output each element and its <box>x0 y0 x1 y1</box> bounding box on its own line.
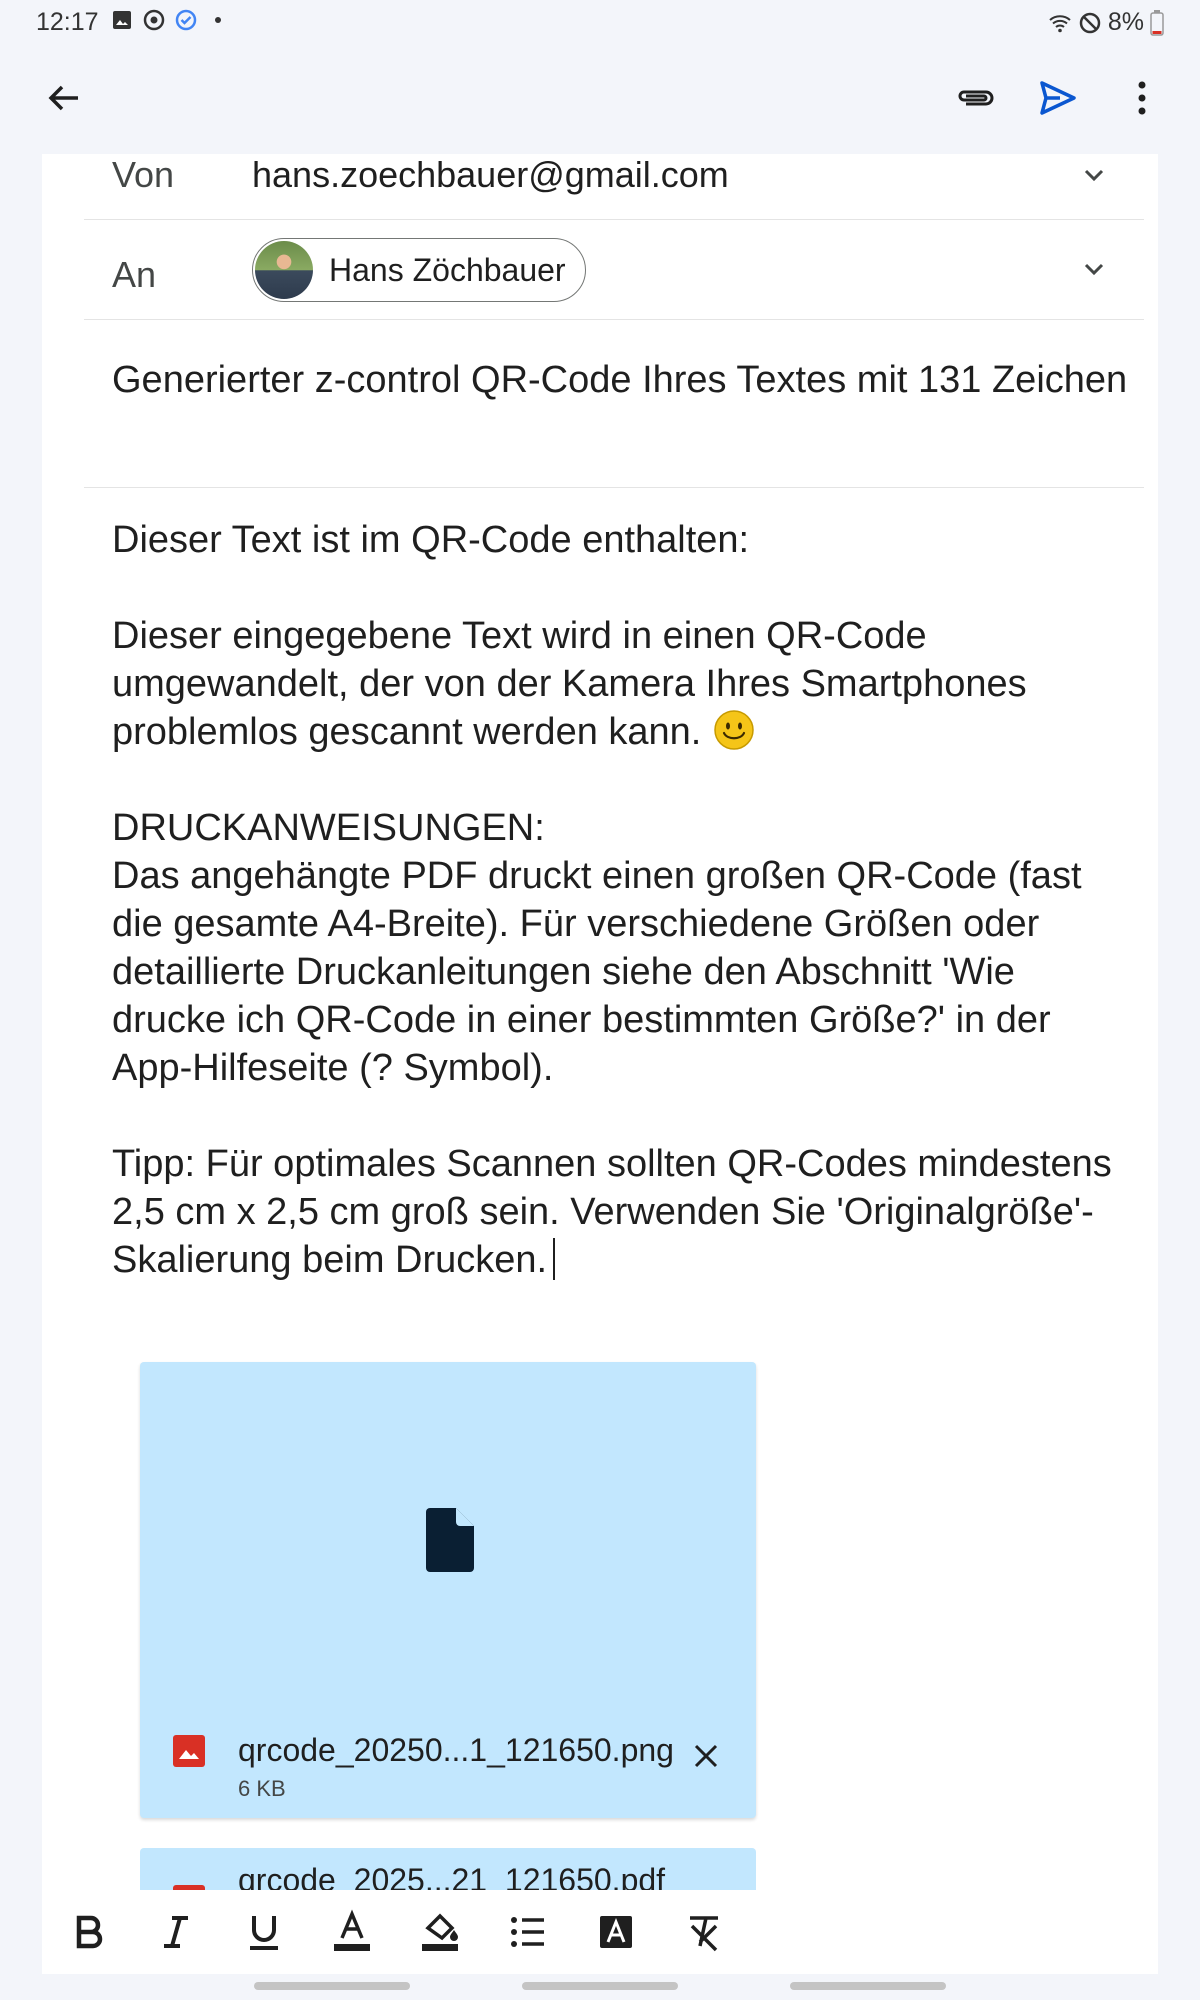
nav-handle[interactable] <box>790 1982 946 1990</box>
notification-icons <box>110 8 230 32</box>
attachment-size: 6 KB <box>238 1776 286 1801</box>
body-paragraph-3-text: Tipp: Für optimales Scannen sollten QR-C… <box>112 1143 1112 1281</box>
from-row[interactable]: Von hans.zoechbauer@gmail.com <box>84 154 1144 220</box>
subject-field[interactable]: Generierter z-control QR-Code Ihres Text… <box>112 354 1132 406</box>
underline-icon[interactable] <box>240 1908 288 1956</box>
from-address[interactable]: hans.zoechbauer@gmail.com <box>252 154 729 196</box>
from-label: Von <box>112 154 175 195</box>
compose-area: Von hans.zoechbauer@gmail.com An Hans Zö… <box>42 154 1158 1974</box>
bold-icon[interactable] <box>64 1908 112 1956</box>
attachment-icon[interactable] <box>952 74 1000 122</box>
text-format-icon[interactable] <box>592 1908 640 1956</box>
body-paragraph-2: Das angehängte PDF druckt einen großen Q… <box>112 855 1082 1089</box>
more-notifications-dot-icon <box>215 17 221 23</box>
status-time: 12:17 <box>36 8 99 36</box>
close-icon[interactable] <box>688 1738 724 1774</box>
to-label: An <box>112 254 157 295</box>
body-paragraph-1: Dieser eingegebene Text wird in einen QR… <box>112 612 1132 756</box>
nav-handle[interactable] <box>254 1982 410 1990</box>
smiley-emoji-icon <box>714 710 754 750</box>
nav-handle[interactable] <box>522 1982 678 1990</box>
file-icon <box>426 1508 474 1572</box>
recipient-name: Hans Zöchbauer <box>329 251 566 288</box>
formatting-toolbar <box>42 1890 1158 1974</box>
chevron-down-icon[interactable] <box>1074 156 1114 196</box>
system-icons: 8% <box>1048 8 1164 37</box>
app-notification-icon <box>143 9 165 31</box>
print-instructions-heading: DRUCKANWEISUNGEN: <box>112 807 545 849</box>
attachment-name: qrcode_20250...1_121650.png <box>238 1732 674 1768</box>
attachment-card[interactable]: qrcode_20250...1_121650.png 6 KB <box>140 1362 756 1818</box>
subject-row[interactable]: Generierter z-control QR-Code Ihres Text… <box>84 320 1144 488</box>
body-paragraph-1-text: Dieser eingegebene Text wird in einen QR… <box>112 615 1027 753</box>
italic-icon[interactable] <box>152 1908 200 1956</box>
gallery-notification-icon <box>113 11 131 29</box>
wifi-icon <box>1049 14 1071 32</box>
battery-icon <box>1150 9 1164 36</box>
chevron-down-icon[interactable] <box>1074 250 1114 290</box>
more-options-icon[interactable] <box>1118 74 1166 122</box>
battery-percentage: 8% <box>1107 8 1144 36</box>
clear-formatting-icon[interactable] <box>680 1908 728 1956</box>
do-not-disturb-icon <box>1079 12 1101 33</box>
tasks-notification-icon <box>175 9 197 31</box>
send-icon[interactable] <box>1034 74 1082 122</box>
status-bar: 12:17 8% <box>0 0 1200 44</box>
recipient-chip[interactable]: Hans Zöchbauer <box>252 238 586 302</box>
body-line-1: Dieser Text ist im QR-Code enthalten: <box>112 519 750 561</box>
body-paragraph-3: Tipp: Für optimales Scannen sollten QR-C… <box>112 1140 1132 1284</box>
text-cursor <box>553 1238 556 1280</box>
bulleted-list-icon[interactable] <box>504 1908 552 1956</box>
app-bar <box>0 44 1200 154</box>
avatar <box>255 241 313 299</box>
highlight-color-icon[interactable] <box>416 1908 464 1956</box>
body-editor[interactable]: Dieser Text ist im QR-Code enthalten: Di… <box>112 516 1132 1284</box>
to-row[interactable]: An Hans Zöchbauer <box>84 220 1144 320</box>
navigation-bar <box>0 1982 1200 1992</box>
image-icon <box>173 1735 205 1767</box>
text-color-icon[interactable] <box>328 1908 376 1956</box>
back-arrow-icon[interactable] <box>40 74 88 122</box>
